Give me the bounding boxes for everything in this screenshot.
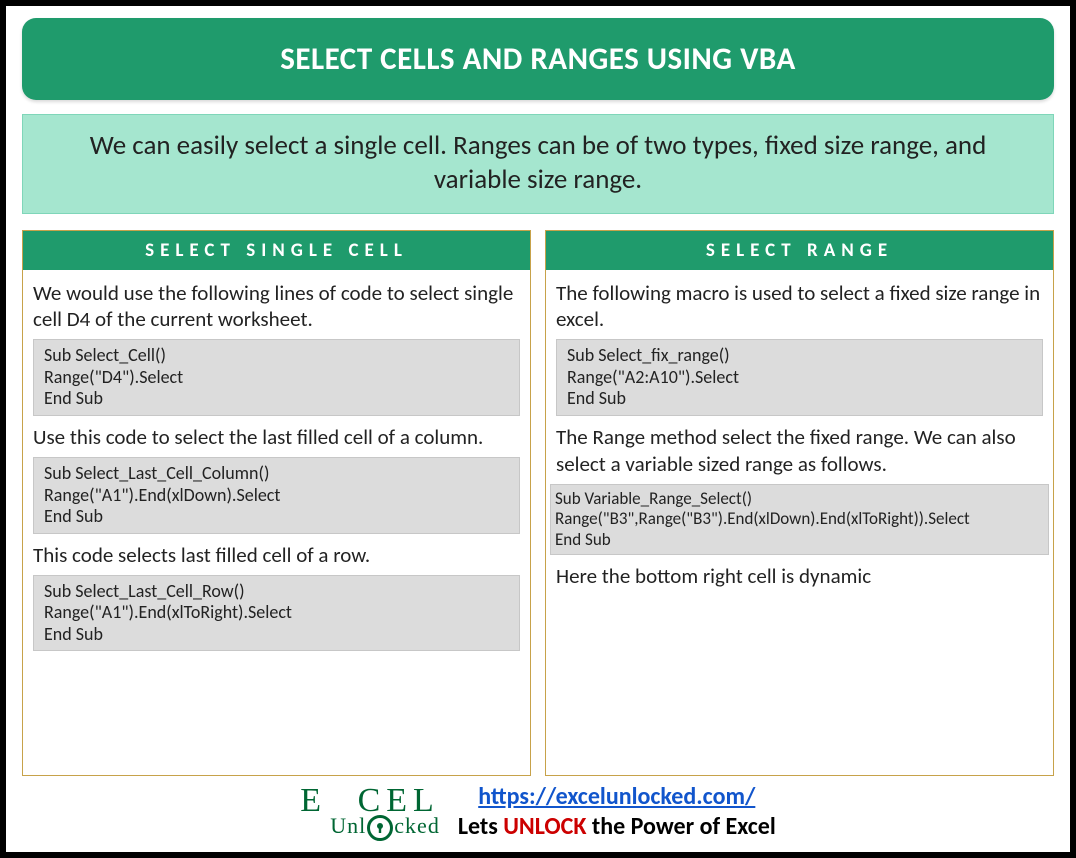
logo-letter-e: E bbox=[300, 785, 327, 817]
keyhole-icon bbox=[367, 815, 393, 841]
right-paragraph-3: Here the bottom right cell is dynamic bbox=[556, 563, 1043, 590]
columns-container: SELECT SINGLE CELL We would use the foll… bbox=[22, 230, 1054, 777]
title-banner: SELECT CELLS AND RANGES USING VBA bbox=[22, 18, 1054, 100]
logo-cked: cked bbox=[394, 816, 440, 837]
left-paragraph-1: We would use the following lines of code… bbox=[33, 280, 520, 334]
left-code-1: Sub Select_Cell() Range("D4").Select End… bbox=[33, 339, 520, 416]
logo-unl: Unl bbox=[330, 816, 366, 837]
subtitle-box: We can easily select a single cell. Rang… bbox=[22, 114, 1054, 214]
right-paragraph-2: The Range method select the fixed range.… bbox=[556, 424, 1043, 478]
left-column: SELECT SINGLE CELL We would use the foll… bbox=[22, 230, 531, 777]
right-column-header: SELECT RANGE bbox=[546, 231, 1053, 270]
brand-logo: E X CEL Unl cked bbox=[300, 785, 440, 839]
left-code-3: Sub Select_Last_Cell_Row() Range("A1").E… bbox=[33, 575, 520, 652]
left-column-header: SELECT SINGLE CELL bbox=[23, 231, 530, 270]
right-paragraph-1: The following macro is used to select a … bbox=[556, 280, 1043, 334]
left-code-2: Sub Select_Last_Cell_Column() Range("A1"… bbox=[33, 457, 520, 534]
brand-url-link[interactable]: https://excelunlocked.com/ bbox=[478, 782, 755, 811]
right-code-1: Sub Select_fix_range() Range("A2:A10").S… bbox=[556, 339, 1043, 416]
logo-bottom-row: Unl cked bbox=[330, 813, 440, 839]
right-column: SELECT RANGE The following macro is used… bbox=[545, 230, 1054, 777]
footer-text: https://excelunlocked.com/ Lets UNLOCK t… bbox=[458, 782, 776, 842]
left-paragraph-2: Use this code to select the last filled … bbox=[33, 424, 520, 451]
left-column-body: We would use the following lines of code… bbox=[23, 270, 530, 668]
right-code-2: Sub Variable_Range_Select() Range("B3",R… bbox=[550, 484, 1049, 555]
left-paragraph-3: This code selects last filled cell of a … bbox=[33, 542, 520, 569]
tagline-unlock: UNLOCK bbox=[503, 812, 586, 841]
right-column-body: The following macro is used to select a … bbox=[546, 270, 1053, 604]
tagline-pre: Lets bbox=[458, 812, 503, 841]
footer: E X CEL Unl cked https://excelunlocked.c… bbox=[22, 782, 1054, 844]
tagline-post: the Power of Excel bbox=[586, 812, 775, 841]
